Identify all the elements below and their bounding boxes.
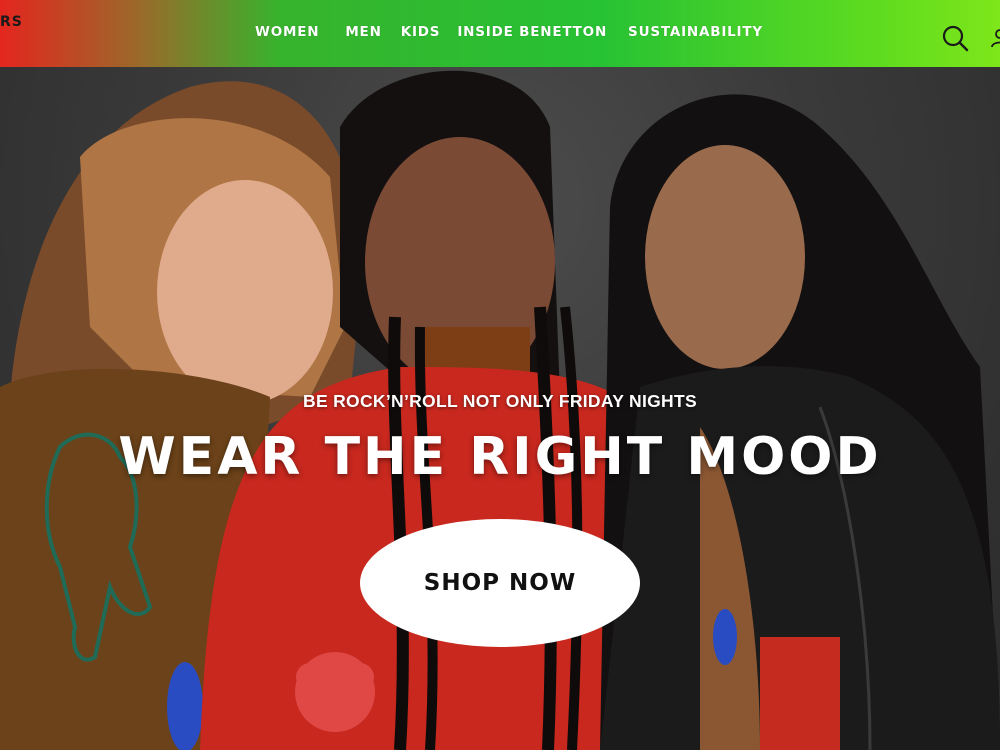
nav-item-kids[interactable]: KIDS — [401, 24, 441, 40]
hero-headline: WEAR THE RIGHT MOOD — [118, 427, 882, 487]
nav-item-women[interactable]: WOMEN — [255, 24, 319, 40]
site-header: RS WOMEN MEN KIDS INSIDE BENETTON SUSTAI… — [0, 0, 1000, 67]
user-icon[interactable] — [990, 28, 1000, 48]
hero-banner: BE ROCK’N’ROLL NOT ONLY FRIDAY NIGHTS WE… — [0, 67, 1000, 750]
nav-item-men[interactable]: MEN — [345, 24, 381, 40]
search-icon[interactable] — [941, 24, 969, 52]
hero-tagline: BE ROCK’N’ROLL NOT ONLY FRIDAY NIGHTS — [303, 391, 697, 411]
main-nav: WOMEN MEN KIDS INSIDE BENETTON SUSTAINAB… — [255, 24, 763, 40]
logo[interactable]: RS — [0, 14, 23, 30]
nav-item-inside-benetton[interactable]: INSIDE BENETTON — [457, 24, 607, 40]
nav-item-sustainability[interactable]: SUSTAINABILITY — [628, 24, 763, 40]
shop-now-button[interactable]: SHOP NOW — [360, 519, 640, 647]
